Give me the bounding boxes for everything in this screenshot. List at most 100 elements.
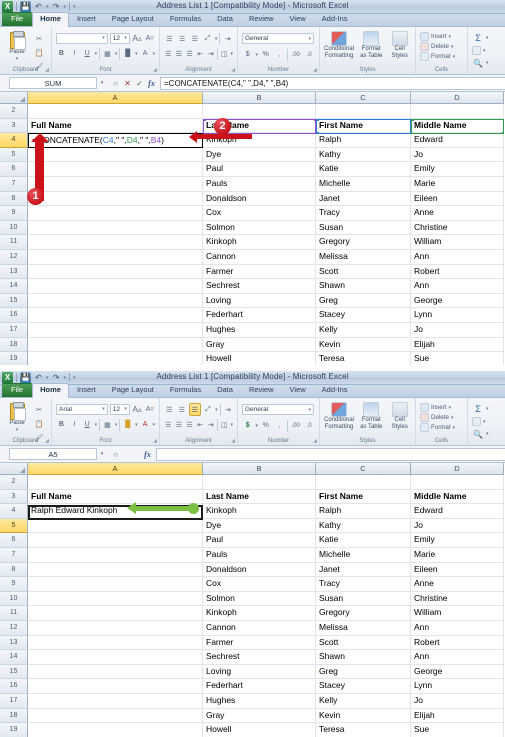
cell-C17[interactable]: Kelly	[316, 693, 411, 709]
cell-A2[interactable]	[28, 104, 203, 119]
paste-dropdown-icon[interactable]: ▾	[16, 56, 19, 62]
shrink-font-icon[interactable]: A▿	[144, 32, 155, 44]
cell-C19[interactable]: Teresa	[316, 352, 411, 365]
percent-icon[interactable]: %	[260, 49, 272, 61]
worksheet-grid-top[interactable]: A B C D 23Full NameLast NameFirst NameMi…	[0, 92, 505, 365]
font-size-combo[interactable]: 12 ▾	[109, 32, 130, 44]
cell-D8[interactable]: Eileen	[411, 191, 504, 207]
cell-A18[interactable]	[28, 708, 203, 724]
orientation-dropdown-icon[interactable]: ▾	[215, 407, 218, 413]
cell-C4[interactable]: Ralph	[316, 133, 411, 148]
conditional-formatting-button[interactable]: Conditional Formatting	[324, 31, 354, 59]
cell-D18[interactable]: Elijah	[411, 708, 504, 724]
row-header-18[interactable]: 18	[0, 708, 28, 724]
insert-cells-button[interactable]: Insert ▾	[420, 403, 463, 412]
table-row[interactable]: 19 Howell Teresa Sue	[0, 352, 505, 365]
cell-A14[interactable]	[28, 650, 203, 665]
table-row[interactable]: 17 Hughes Kelly Jo	[0, 322, 505, 338]
chevron-down-icon[interactable]: ▾	[102, 406, 105, 412]
cell-A6[interactable]	[28, 533, 203, 548]
chevron-down-icon[interactable]: ▾	[453, 54, 456, 60]
cell-C6[interactable]: Katie	[316, 533, 411, 548]
insert-cells-button[interactable]: Insert ▾	[420, 32, 463, 41]
number-dialog-launcher[interactable]: ◢	[313, 67, 317, 73]
row-header-15[interactable]: 15	[0, 664, 28, 680]
cell-D14[interactable]: Ann	[411, 650, 504, 665]
borders-dropdown-icon[interactable]: ▾	[115, 422, 118, 428]
chevron-down-icon[interactable]: ▾	[486, 431, 489, 437]
align-bottom-icon[interactable]: ☰	[189, 403, 201, 416]
table-row[interactable]: 16 Federhart Stacey Lynn	[0, 308, 505, 323]
cut-icon[interactable]: ✂	[33, 404, 45, 416]
chevron-down-icon[interactable]: ▾	[448, 34, 451, 40]
cell-A2[interactable]	[28, 475, 203, 490]
grow-font-icon[interactable]: A▵	[132, 32, 143, 44]
column-header-a[interactable]: A	[28, 463, 203, 475]
row-header-3[interactable]: 3	[0, 489, 28, 505]
insert-function-icon[interactable]: fx	[143, 450, 152, 459]
cell-D4[interactable]: Edward	[411, 504, 504, 519]
cell-C16[interactable]: Stacey	[316, 679, 411, 694]
table-row[interactable]: 13 Farmer Scott Robert	[0, 635, 505, 651]
table-row[interactable]: 7 Pauls Michelle Marie	[0, 176, 505, 192]
tab-formulas[interactable]: Formulas	[162, 12, 209, 26]
cell-C10[interactable]: Susan	[316, 220, 411, 236]
cell-B9[interactable]: Cox	[203, 577, 316, 592]
formula-bar-top[interactable]: SUM ▾ ○ ✕ ✓ fx =CONCATENATE(C4," ",D4," …	[0, 75, 505, 92]
table-row[interactable]: 18 Gray Kevin Elijah	[0, 708, 505, 724]
cell-B19[interactable]: Howell	[203, 723, 316, 737]
cell-C17[interactable]: Kelly	[316, 322, 411, 338]
row-header-6[interactable]: 6	[0, 162, 28, 177]
chevron-down-icon[interactable]: ▾	[308, 407, 311, 413]
table-row[interactable]: 3Full NameLast NameFirst NameMiddle Name	[0, 489, 505, 505]
tab-home[interactable]: Home	[32, 383, 69, 398]
underline-dropdown-icon[interactable]: ▾	[95, 51, 98, 57]
cell-D13[interactable]: Robert	[411, 264, 504, 280]
cell-A3[interactable]: Full Name	[28, 489, 203, 505]
cell-C9[interactable]: Tracy	[316, 206, 411, 221]
cell-B11[interactable]: Kinkoph	[203, 606, 316, 621]
row-header-7[interactable]: 7	[0, 547, 28, 563]
increase-indent-icon[interactable]: ⇥	[207, 48, 216, 60]
insert-function-collapse-icon[interactable]: ○	[111, 79, 120, 88]
cell-D5[interactable]: Jo	[411, 147, 504, 163]
column-header-d[interactable]: D	[411, 463, 504, 475]
copy-icon[interactable]: 📋	[33, 47, 45, 59]
cut-icon[interactable]: ✂	[33, 33, 45, 45]
table-row[interactable]: 8 Donaldson Janet Eileen	[0, 562, 505, 578]
row-header-12[interactable]: 12	[0, 249, 28, 265]
fill-color-dropdown-icon[interactable]: ▾	[135, 51, 138, 57]
cell-styles-button[interactable]: Cell Styles	[388, 402, 411, 430]
table-row[interactable]: 14 Sechrest Shawn Ann	[0, 279, 505, 294]
wrap-text-icon[interactable]: ⇥	[223, 404, 234, 416]
fill-color-icon[interactable]: █	[122, 48, 133, 60]
cell-D10[interactable]: Christine	[411, 591, 504, 607]
cell-A13[interactable]	[28, 635, 203, 651]
tab-view[interactable]: View	[282, 383, 314, 397]
row-header-4[interactable]: 4	[0, 504, 28, 519]
currency-icon[interactable]: $	[242, 420, 254, 432]
tab-page-layout[interactable]: Page Layout	[104, 12, 162, 26]
row-header-19[interactable]: 19	[0, 352, 28, 365]
delete-cells-button[interactable]: Delete ▾	[420, 413, 463, 422]
cell-C10[interactable]: Susan	[316, 591, 411, 607]
cell-D12[interactable]: Ann	[411, 620, 504, 636]
font-color-icon[interactable]: A	[140, 419, 151, 431]
cell-A18[interactable]	[28, 337, 203, 353]
cell-D3[interactable]: Middle Name	[411, 489, 504, 505]
row-header-16[interactable]: 16	[0, 308, 28, 323]
cell-D17[interactable]: Jo	[411, 693, 504, 709]
merge-center-icon[interactable]: ◫	[220, 419, 229, 431]
number-dialog-launcher[interactable]: ◢	[313, 438, 317, 444]
tab-file[interactable]: File	[2, 383, 33, 397]
cell-C14[interactable]: Shawn	[316, 650, 411, 665]
column-header-c[interactable]: C	[316, 463, 411, 475]
align-center-icon[interactable]: ☰	[175, 419, 184, 431]
bold-icon[interactable]: B	[56, 48, 67, 60]
cell-B9[interactable]: Cox	[203, 206, 316, 221]
table-row[interactable]: 16 Federhart Stacey Lynn	[0, 679, 505, 694]
cell-C2[interactable]	[316, 104, 411, 119]
cell-C4[interactable]: Ralph	[316, 504, 411, 519]
cell-C11[interactable]: Gregory	[316, 606, 411, 621]
number-format-combo[interactable]: General ▾	[242, 33, 314, 44]
